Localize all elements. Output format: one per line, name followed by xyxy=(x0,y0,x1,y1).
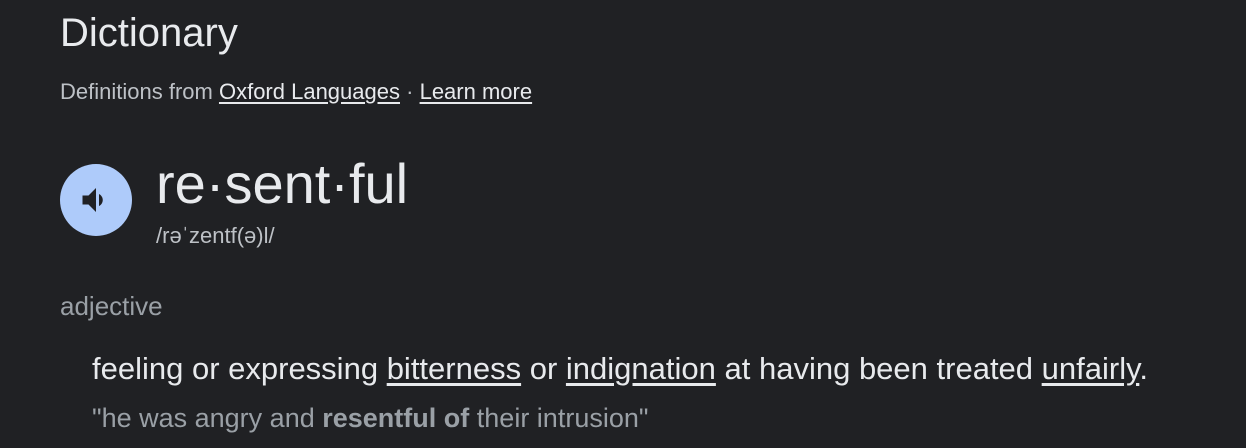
definition-text: or xyxy=(529,351,558,386)
headword: re·sent·ful xyxy=(156,152,409,215)
example-text: "he was angry and xyxy=(92,403,315,433)
definition-link-unfairly[interactable]: unfairly xyxy=(1042,351,1140,386)
example-highlight: resentful of xyxy=(322,403,470,433)
dictionary-panel: Dictionary Definitions from Oxford Langu… xyxy=(0,0,1246,448)
example-text: their intrusion" xyxy=(476,403,649,433)
definitions-from-label: Definitions from xyxy=(60,79,213,104)
definition-link-bitterness[interactable]: bitterness xyxy=(387,351,521,386)
source-separator: · xyxy=(406,79,414,104)
panel-title: Dictionary xyxy=(60,11,238,55)
definition-text: at having been treated xyxy=(724,351,1034,386)
definition-text: feeling or expressing xyxy=(92,351,379,386)
phonetic-spelling: /rəˈzentf(ə)l/ xyxy=(156,223,275,248)
speaker-icon xyxy=(82,188,103,212)
oxford-languages-link[interactable]: Oxford Languages xyxy=(219,79,400,104)
source-line: Definitions from Oxford Languages · Lear… xyxy=(60,78,532,106)
definition: feeling or expressing bitterness or indi… xyxy=(92,350,1148,388)
usage-example: "he was angry and resentful of their int… xyxy=(92,401,648,435)
learn-more-link[interactable]: Learn more xyxy=(420,79,533,104)
part-of-speech: adjective xyxy=(60,291,163,321)
definition-period: . xyxy=(1139,351,1148,386)
definition-link-indignation[interactable]: indignation xyxy=(566,351,716,386)
pronunciation-play-button[interactable] xyxy=(60,164,132,236)
